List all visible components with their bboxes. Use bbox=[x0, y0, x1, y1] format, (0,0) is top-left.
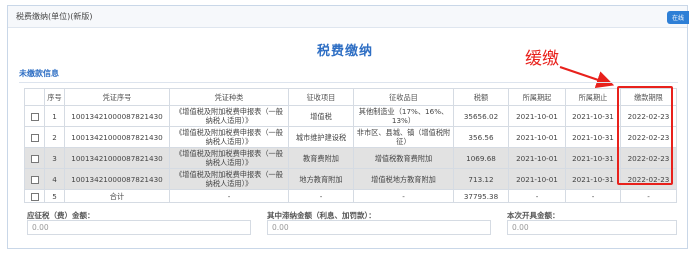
cell-item: 城市维护建设税 bbox=[288, 126, 354, 148]
deadline-highlight-box bbox=[617, 86, 673, 185]
cell-start: 2021-10-01 bbox=[508, 147, 566, 169]
table-row[interactable]: 4 10013421000087821430 《增值税及附加税费申报表（一般纳税… bbox=[24, 168, 677, 190]
cell-voucher-type: 《增值税及附加税费申报表（一般纳税人适用）》 bbox=[169, 126, 289, 148]
cell-voucher-type: - bbox=[169, 189, 289, 203]
page-title: 税费缴纳 bbox=[316, 44, 373, 59]
cell-subitem: 其他制造业（17%、16%、13%） bbox=[353, 105, 454, 127]
cell-no: 2 bbox=[44, 126, 65, 148]
online-help-button[interactable]: 在线 bbox=[667, 11, 689, 24]
row-checkbox[interactable] bbox=[30, 112, 39, 121]
cell-start: 2021-10-01 bbox=[508, 105, 566, 127]
cell-voucher-no: 10013421000087821430 bbox=[64, 105, 170, 127]
section-title-unpaid: 未缴款信息 bbox=[19, 69, 59, 78]
cell-no: 5 bbox=[44, 189, 65, 203]
cell-voucher-type: 《增值税及附加税费申报表（一般纳税人适用）》 bbox=[169, 147, 289, 169]
cell-start: 2021-10-01 bbox=[508, 126, 566, 148]
cell-voucher-no: 10013421000087821430 bbox=[64, 126, 170, 148]
table-row[interactable]: 3 10013421000087821430 《增值税及附加税费申报表（一般纳税… bbox=[24, 147, 677, 169]
late-fee-field[interactable]: 0.00 bbox=[267, 220, 491, 235]
cell-end: - bbox=[565, 189, 621, 203]
row-checkbox[interactable] bbox=[30, 154, 39, 163]
header-subitem: 征收品目 bbox=[353, 88, 454, 106]
payable-amount-field[interactable]: 0.00 bbox=[27, 220, 251, 235]
cell-subitem: 增值税地方教育附加 bbox=[353, 168, 454, 190]
cell-no: 3 bbox=[44, 147, 65, 169]
cell-item: - bbox=[288, 189, 354, 203]
cell-end: 2021-10-31 bbox=[565, 147, 621, 169]
cell-total-label: 合计 bbox=[64, 189, 170, 203]
table-total-row[interactable]: 5 合计 - - - 37795.38 - - - bbox=[24, 189, 677, 203]
unpaid-table: 序号 凭证序号 凭证种类 征收项目 征收品目 税额 所属期起 所属期止 缴款期限… bbox=[24, 88, 677, 203]
header-select bbox=[24, 88, 45, 106]
cell-no: 1 bbox=[44, 105, 65, 127]
issue-amount-field[interactable]: 0.00 bbox=[507, 220, 677, 235]
cell-item: 教育费附加 bbox=[288, 147, 354, 169]
cell-start: 2021-10-01 bbox=[508, 168, 566, 190]
window-title-bar: 税费缴纳(单位)(新版) 在线 bbox=[8, 6, 689, 28]
header-no: 序号 bbox=[44, 88, 65, 106]
header-voucher-type: 凭证种类 bbox=[169, 88, 289, 106]
cell-amount: 35656.02 bbox=[453, 105, 509, 127]
cell-voucher-type: 《增值税及附加税费申报表（一般纳税人适用）》 bbox=[169, 168, 289, 190]
row-checkbox[interactable] bbox=[30, 175, 39, 184]
header-start: 所属期起 bbox=[508, 88, 566, 106]
cell-voucher-type: 《增值税及附加税费申报表（一般纳税人适用）》 bbox=[169, 105, 289, 127]
cell-subitem: 非市区、县城、镇（增值税附征） bbox=[353, 126, 454, 148]
header-amount: 税额 bbox=[453, 88, 509, 106]
cell-item: 增值税 bbox=[288, 105, 354, 127]
table-row[interactable]: 2 10013421000087821430 《增值税及附加税费申报表（一般纳税… bbox=[24, 126, 677, 148]
cell-amount: 1069.68 bbox=[453, 147, 509, 169]
cell-end: 2021-10-31 bbox=[565, 168, 621, 190]
cell-subitem: 增值税教育费附加 bbox=[353, 147, 454, 169]
cell-deadline: - bbox=[620, 189, 677, 203]
cell-end: 2021-10-31 bbox=[565, 105, 621, 127]
table-row[interactable]: 1 10013421000087821430 《增值税及附加税费申报表（一般纳税… bbox=[24, 105, 677, 127]
section-divider bbox=[19, 82, 678, 83]
window-title: 税费缴纳(单位)(新版) bbox=[16, 12, 93, 21]
annotation-label: 缓缴 bbox=[525, 49, 559, 69]
table-header-row: 序号 凭证序号 凭证种类 征收项目 征收品目 税额 所属期起 所属期止 缴款期限 bbox=[24, 88, 677, 106]
cell-no: 4 bbox=[44, 168, 65, 190]
cell-subitem: - bbox=[353, 189, 454, 203]
cell-voucher-no: 10013421000087821430 bbox=[64, 168, 170, 190]
cell-amount: 356.56 bbox=[453, 126, 509, 148]
help-label: 在线 bbox=[671, 15, 684, 22]
cell-item: 地方教育附加 bbox=[288, 168, 354, 190]
cell-end: 2021-10-31 bbox=[565, 126, 621, 148]
header-end: 所属期止 bbox=[565, 88, 621, 106]
cell-voucher-no: 10013421000087821430 bbox=[64, 147, 170, 169]
row-checkbox[interactable] bbox=[30, 133, 39, 142]
row-checkbox[interactable] bbox=[30, 192, 39, 201]
header-item: 征收项目 bbox=[288, 88, 354, 106]
cell-total-amount: 37795.38 bbox=[453, 189, 509, 203]
header-voucher-no: 凭证序号 bbox=[64, 88, 170, 106]
cell-start: - bbox=[508, 189, 566, 203]
cell-amount: 713.12 bbox=[453, 168, 509, 190]
